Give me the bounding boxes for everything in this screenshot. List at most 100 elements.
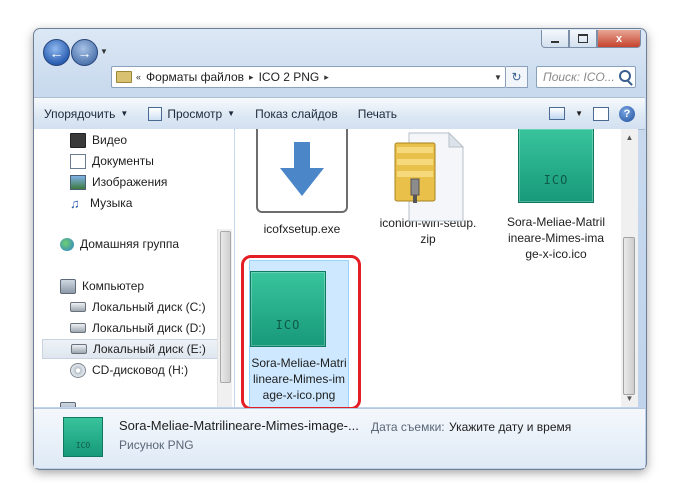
- nav-item-label: CD-дисковод (H:): [92, 363, 189, 377]
- view-button[interactable]: Просмотр ▼: [138, 106, 245, 121]
- details-date-label: Дата съемки:: [371, 420, 445, 434]
- nav-item-label: Музыка: [90, 196, 133, 210]
- maximize-icon: [578, 34, 588, 43]
- forward-button[interactable]: →: [71, 39, 98, 66]
- chevron-down-icon: ▼: [227, 109, 236, 118]
- breadcrumb-separator-icon[interactable]: ▸: [324, 72, 329, 83]
- details-pane: ICO Sora-Meliae-Matrilineare-Mimes-image…: [34, 408, 645, 468]
- nav-item-label: Видео: [92, 133, 128, 147]
- nav-item-label: Компьютер: [82, 279, 145, 293]
- installer-download-icon: [256, 129, 348, 213]
- details-file-type: Рисунок PNG: [119, 438, 194, 452]
- file-list-scroll-thumb[interactable]: [623, 237, 635, 395]
- change-view-icon[interactable]: [549, 107, 566, 120]
- nav-item-music[interactable]: ♫ Музыка: [70, 193, 132, 213]
- breadcrumb-file-formats[interactable]: Форматы файлов: [141, 70, 249, 84]
- download-arrow-icon: [280, 142, 324, 196]
- breadcrumb-ico2png[interactable]: ICO 2 PNG: [254, 70, 325, 84]
- details-thumbnail: ICO: [63, 417, 103, 457]
- file-item[interactable]: ICO Sora-Meliae-Matrilineare-Mimes-image…: [496, 129, 616, 262]
- computer-icon: [60, 278, 76, 294]
- navigation-pane: Видео Документы Изображения ♫ Музыка Дома…: [34, 129, 234, 407]
- arrow-left-icon: ←: [49, 44, 64, 61]
- nav-item-documents[interactable]: Документы: [70, 151, 154, 171]
- minimize-icon: [551, 40, 559, 43]
- maximize-button[interactable]: [569, 30, 597, 48]
- scroll-up-button[interactable]: ▲: [621, 129, 638, 146]
- recent-pages-dropdown[interactable]: ▼: [100, 47, 108, 56]
- homegroup-icon: [60, 237, 74, 251]
- nav-item-label: Документы: [92, 154, 154, 168]
- ico-file-icon: ICO: [250, 271, 326, 347]
- nav-item-video[interactable]: Видео: [70, 130, 127, 150]
- nav-item-cd-drive[interactable]: CD-дисковод (H:): [70, 360, 188, 380]
- caption-buttons: x: [541, 30, 641, 48]
- arrow-right-icon: →: [77, 44, 92, 61]
- nav-item-label: Локальный диск (D:): [92, 321, 206, 335]
- chevron-down-icon: ▼: [120, 109, 129, 118]
- preview-icon: [148, 106, 163, 121]
- organize-label: Упорядочить: [44, 106, 116, 121]
- nav-item-drive-e[interactable]: Локальный диск (E:): [42, 339, 218, 359]
- slideshow-label: Показ слайдов: [255, 106, 338, 121]
- file-name: icofxsetup.exe: [263, 222, 341, 236]
- nav-item-computer[interactable]: Компьютер: [60, 276, 144, 296]
- nav-item-network-partial[interactable]: [60, 399, 82, 407]
- search-icon[interactable]: [619, 70, 631, 82]
- drive-icon: [70, 302, 86, 312]
- search-placeholder: Поиск: ICO...: [543, 70, 615, 84]
- details-thumb-text: ICO: [75, 441, 91, 450]
- nav-scroll-thumb[interactable]: [220, 231, 231, 383]
- print-label: Печать: [357, 106, 398, 121]
- nav-item-label: Локальный диск (C:): [92, 300, 206, 314]
- file-item[interactable]: icofxsetup.exe: [242, 129, 362, 237]
- zip-archive-icon: [391, 129, 465, 225]
- file-item[interactable]: iconion-win-setup.zip: [368, 129, 488, 247]
- file-list-scrollbar[interactable]: ▲ ▼: [621, 129, 638, 407]
- pictures-icon: [70, 174, 86, 190]
- preview-pane-icon[interactable]: [593, 106, 609, 121]
- view-label: Просмотр: [167, 106, 223, 121]
- network-icon: [60, 401, 76, 407]
- address-bar[interactable]: « Форматы файлов ▸ ICO 2 PNG ▸ ▼: [111, 66, 506, 88]
- close-button[interactable]: x: [597, 30, 641, 48]
- file-item-selected[interactable]: ICO Sora-Meliae-Matrilineare-Mimes-image…: [249, 260, 349, 407]
- ico-file-icon: ICO: [518, 129, 594, 203]
- cd-drive-icon: [70, 362, 86, 378]
- ico-thumb-text: ICO: [275, 318, 301, 332]
- back-button[interactable]: ←: [43, 39, 70, 66]
- nav-item-pictures[interactable]: Изображения: [70, 172, 167, 192]
- search-input[interactable]: Поиск: ICO...: [536, 66, 636, 88]
- minimize-button[interactable]: [541, 30, 569, 48]
- close-icon: x: [615, 32, 623, 45]
- nav-item-drive-d[interactable]: Локальный диск (D:): [70, 318, 206, 338]
- nav-item-label: Локальный диск (E:): [93, 342, 206, 356]
- help-icon[interactable]: ?: [619, 105, 635, 122]
- print-button[interactable]: Печать: [348, 107, 407, 121]
- drive-icon: [71, 344, 87, 354]
- video-icon: [70, 132, 86, 148]
- scroll-down-button[interactable]: ▼: [621, 390, 638, 407]
- details-file-name: Sora-Meliae-Matrilineare-Mimes-image-...: [119, 418, 359, 433]
- ico-thumb-text: ICO: [543, 173, 569, 187]
- nav-item-drive-c[interactable]: Локальный диск (C:): [70, 297, 206, 317]
- nav-pane-scrollbar[interactable]: [217, 229, 232, 407]
- chevron-down-icon[interactable]: ▼: [575, 109, 583, 118]
- documents-icon: [70, 153, 86, 169]
- slideshow-button[interactable]: Показ слайдов: [245, 107, 348, 121]
- address-history-dropdown[interactable]: ▼: [491, 73, 505, 82]
- command-bar: Упорядочить ▼ Просмотр ▼ Показ слайдов Печ…: [34, 97, 645, 130]
- details-date-value[interactable]: Укажите дату и время: [449, 420, 571, 434]
- drive-icon: [70, 323, 86, 333]
- file-name: Sora-Meliae-Matrilineare-Mimes-image-x-i…: [251, 356, 347, 402]
- music-icon: ♫: [70, 195, 80, 211]
- file-list: icofxsetup.exe iconion-win-setup.zip ICO…: [235, 129, 621, 407]
- refresh-button[interactable]: ↻: [506, 66, 528, 88]
- command-bar-right: ▼ ?: [549, 105, 645, 122]
- nav-item-label: Домашняя группа: [80, 237, 180, 251]
- nav-item-homegroup[interactable]: Домашняя группа: [60, 234, 179, 254]
- zip-folder-icon: [394, 131, 465, 222]
- folder-icon: [116, 71, 132, 83]
- organize-button[interactable]: Упорядочить ▼: [34, 107, 138, 121]
- refresh-icon: ↻: [511, 70, 522, 84]
